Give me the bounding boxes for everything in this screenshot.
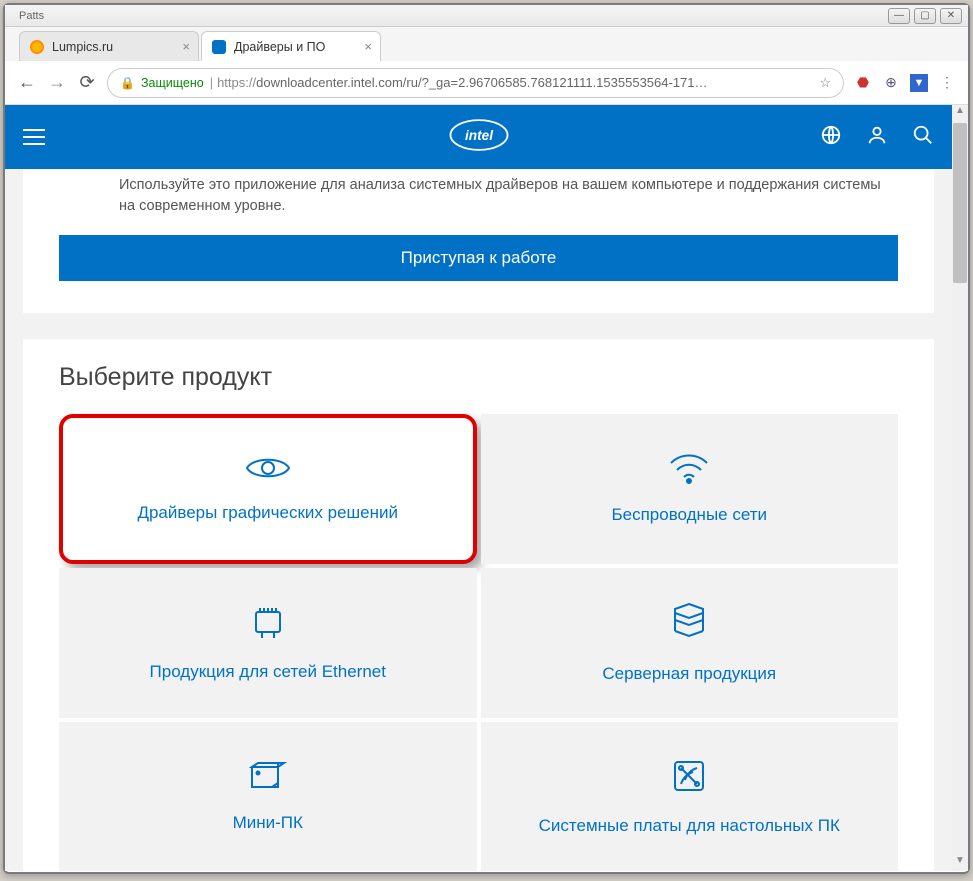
user-icon[interactable] xyxy=(866,124,888,151)
address-bar[interactable]: 🔒 Защищено | https://downloadcenter.inte… xyxy=(107,68,844,98)
page-viewport: intel Используйте это приложение для ана… xyxy=(5,105,968,871)
wifi-icon xyxy=(667,451,711,490)
product-label: Серверная продукция xyxy=(602,663,776,686)
product-ethernet[interactable]: Продукция для сетей Ethernet xyxy=(59,568,477,718)
svg-text:intel: intel xyxy=(464,127,493,142)
lock-icon: 🔒 xyxy=(120,76,135,90)
secure-label: Защищено xyxy=(141,76,204,90)
reload-button[interactable]: ⟳ xyxy=(77,72,97,93)
product-label: Драйверы графических решений xyxy=(137,502,398,525)
vertical-scrollbar[interactable]: ▲ ▼ xyxy=(952,105,968,871)
window-app-label: Patts xyxy=(11,10,44,22)
window-minimize-button[interactable]: — xyxy=(888,8,910,24)
tab-lumpics[interactable]: Lumpics.ru × xyxy=(19,31,199,61)
board-icon xyxy=(669,756,709,801)
server-icon xyxy=(669,600,709,649)
promo-card: Используйте это приложение для анализа с… xyxy=(23,169,934,313)
browser-window: Patts — ▢ ✕ Lumpics.ru × Драйверы и ПО ×… xyxy=(3,3,970,874)
url-separator: | xyxy=(210,75,213,90)
favicon-icon xyxy=(212,40,226,54)
tab-drivers[interactable]: Драйверы и ПО × xyxy=(201,31,381,61)
browser-menu-button[interactable]: ⋮ xyxy=(938,74,956,92)
extension-download-icon[interactable]: ▼ xyxy=(910,74,928,92)
window-titlebar: Patts — ▢ ✕ xyxy=(5,5,968,27)
star-icon[interactable]: ☆ xyxy=(819,75,831,91)
tab-title: Lumpics.ru xyxy=(52,40,113,54)
section-heading: Выберите продукт xyxy=(59,363,898,392)
product-label: Беспроводные сети xyxy=(611,504,767,527)
products-section: Выберите продукт Драйверы графических ре… xyxy=(23,339,934,871)
globe-icon[interactable] xyxy=(820,124,842,151)
product-label: Продукция для сетей Ethernet xyxy=(150,661,386,684)
close-icon[interactable]: × xyxy=(364,39,372,54)
browser-tabs: Lumpics.ru × Драйверы и ПО × xyxy=(5,27,968,61)
minipc-icon xyxy=(246,759,290,798)
extension-globe-icon[interactable]: ⊕ xyxy=(882,74,900,92)
url-text: https://downloadcenter.intel.com/ru/?_ga… xyxy=(217,75,707,90)
scroll-thumb[interactable] xyxy=(953,123,967,283)
eye-icon xyxy=(245,453,291,488)
close-icon[interactable]: × xyxy=(182,39,190,54)
intel-logo[interactable]: intel xyxy=(448,114,510,161)
product-grid: Драйверы графических решений Беспроводны… xyxy=(59,414,898,871)
search-icon[interactable] xyxy=(912,124,934,151)
ethernet-icon xyxy=(248,602,288,647)
favicon-icon xyxy=(30,40,44,54)
product-minipc[interactable]: Мини-ПК xyxy=(59,722,477,871)
scroll-up-icon[interactable]: ▲ xyxy=(953,105,967,121)
scroll-down-icon[interactable]: ▼ xyxy=(953,855,967,871)
product-label: Системные платы для настольных ПК xyxy=(539,815,840,838)
forward-button[interactable]: → xyxy=(47,72,67,93)
back-button[interactable]: ← xyxy=(17,72,37,93)
product-label: Мини-ПК xyxy=(233,812,303,835)
page-content: intel Используйте это приложение для ана… xyxy=(5,105,952,871)
product-graphics-drivers[interactable]: Драйверы графических решений xyxy=(59,414,477,564)
window-maximize-button[interactable]: ▢ xyxy=(914,8,936,24)
extension-adblock-icon[interactable]: ⬣ xyxy=(854,74,872,92)
product-wireless[interactable]: Беспроводные сети xyxy=(481,414,899,564)
product-server[interactable]: Серверная продукция xyxy=(481,568,899,718)
get-started-button[interactable]: Приступая к работе xyxy=(59,235,898,281)
tab-title: Драйверы и ПО xyxy=(234,40,325,54)
toolbar: ← → ⟳ 🔒 Защищено | https://downloadcente… xyxy=(5,61,968,105)
site-header: intel xyxy=(5,105,952,169)
product-motherboards[interactable]: Системные платы для настольных ПК xyxy=(481,722,899,871)
cta-label: Приступая к работе xyxy=(401,248,557,268)
header-actions xyxy=(820,124,934,151)
window-close-button[interactable]: ✕ xyxy=(940,8,962,24)
menu-button[interactable] xyxy=(23,129,45,145)
promo-description: Используйте это приложение для анализа с… xyxy=(59,169,898,235)
